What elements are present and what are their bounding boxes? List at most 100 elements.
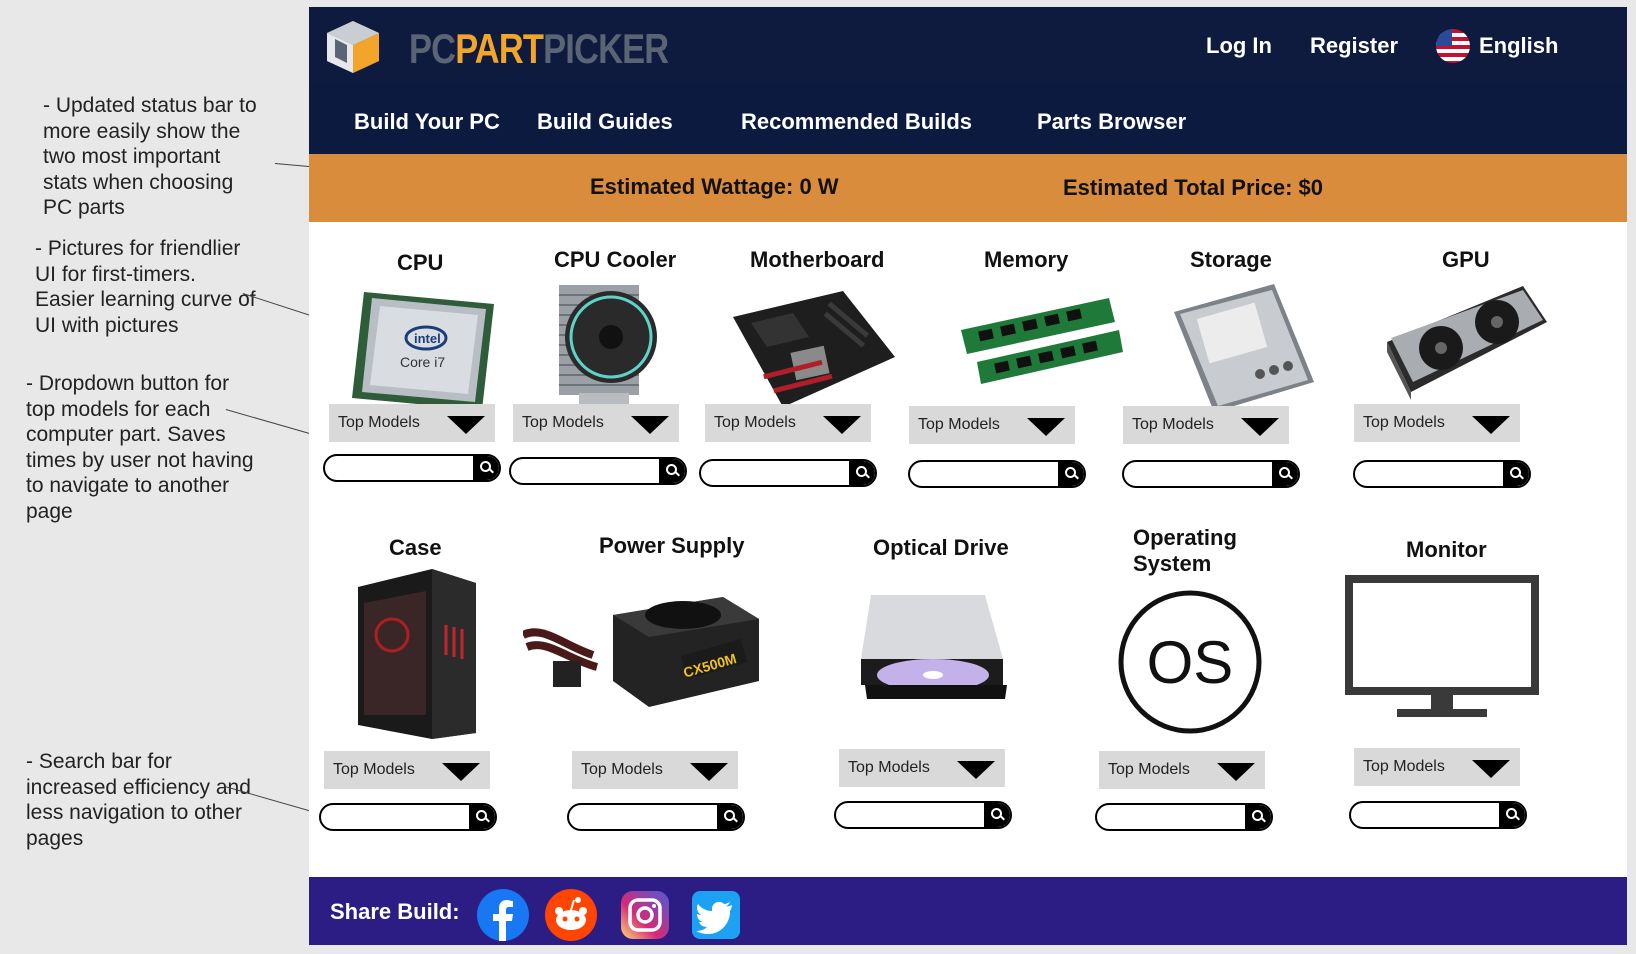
nav-recommended-builds[interactable]: Recommended Builds bbox=[741, 109, 972, 135]
search-input[interactable] bbox=[1357, 805, 1497, 825]
search-icon[interactable] bbox=[1503, 462, 1529, 486]
cpu-cooler-image[interactable] bbox=[541, 275, 671, 415]
search-bar-operating-system[interactable] bbox=[1095, 803, 1273, 831]
part-title-gpu: GPU bbox=[1442, 247, 1490, 272]
chevron-down-icon bbox=[447, 416, 485, 434]
annotation-pictures: - Pictures for friendlier UI for first-t… bbox=[35, 237, 256, 337]
search-icon[interactable] bbox=[659, 459, 685, 483]
title-line: System bbox=[1133, 551, 1212, 576]
top-models-dropdown-storage[interactable]: Top Models bbox=[1123, 406, 1289, 444]
search-icon[interactable] bbox=[984, 803, 1010, 827]
operating-system-image[interactable]: OS bbox=[1115, 587, 1265, 737]
chevron-down-icon bbox=[1472, 416, 1510, 434]
annotation-dropdown: - Dropdown button for top models for eac… bbox=[26, 372, 254, 523]
top-models-dropdown-memory[interactable]: Top Models bbox=[909, 406, 1075, 444]
storage-image[interactable] bbox=[1164, 282, 1324, 417]
search-bar-monitor[interactable] bbox=[1349, 801, 1527, 829]
share-footer: Share Build: bbox=[309, 877, 1627, 945]
dropdown-label: Top Models bbox=[918, 416, 1000, 433]
search-bar-gpu[interactable] bbox=[1353, 460, 1531, 488]
monitor-image[interactable] bbox=[1345, 575, 1539, 723]
dropdown-label: Top Models bbox=[848, 759, 930, 776]
motherboard-image[interactable] bbox=[723, 287, 903, 417]
top-models-dropdown-operating-system[interactable]: Top Models bbox=[1099, 751, 1265, 789]
search-icon[interactable] bbox=[717, 805, 743, 829]
gpu-image[interactable] bbox=[1383, 282, 1553, 412]
search-input[interactable] bbox=[331, 458, 471, 478]
part-title-motherboard: Motherboard bbox=[750, 247, 885, 272]
search-input[interactable] bbox=[842, 805, 982, 825]
chevron-down-icon bbox=[1217, 763, 1255, 781]
search-bar-optical-drive[interactable] bbox=[834, 801, 1012, 829]
chevron-down-icon bbox=[1027, 418, 1065, 436]
estimated-wattage: Estimated Wattage: 0 W bbox=[590, 174, 839, 199]
cpu-model-text: Core i7 bbox=[400, 354, 445, 370]
part-title-cpu-cooler: CPU Cooler bbox=[554, 247, 677, 272]
search-input[interactable] bbox=[1130, 464, 1270, 484]
search-bar-power-supply[interactable] bbox=[567, 803, 745, 831]
nav-build-guides[interactable]: Build Guides bbox=[537, 109, 673, 135]
search-input[interactable] bbox=[327, 807, 467, 827]
login-link[interactable]: Log In bbox=[1206, 33, 1272, 59]
search-input[interactable] bbox=[575, 807, 715, 827]
reddit-icon[interactable] bbox=[545, 889, 597, 941]
power-supply-image[interactable]: CX500M bbox=[523, 585, 763, 725]
part-title-case: Case bbox=[389, 535, 442, 560]
top-models-dropdown-power-supply[interactable]: Top Models bbox=[572, 751, 738, 789]
search-icon[interactable] bbox=[1245, 805, 1271, 829]
instagram-icon[interactable] bbox=[619, 889, 671, 941]
search-icon[interactable] bbox=[1499, 803, 1525, 827]
facebook-icon[interactable] bbox=[477, 889, 529, 941]
optical-drive-image[interactable] bbox=[855, 589, 1013, 723]
top-models-dropdown-motherboard[interactable]: Top Models bbox=[705, 404, 871, 442]
top-models-dropdown-case[interactable]: Top Models bbox=[324, 751, 490, 789]
search-input[interactable] bbox=[707, 463, 847, 483]
register-link[interactable]: Register bbox=[1310, 33, 1398, 59]
dropdown-label: Top Models bbox=[522, 414, 604, 431]
search-bar-cpu[interactable] bbox=[323, 454, 501, 482]
case-image[interactable] bbox=[350, 565, 485, 740]
estimated-total-price: Estimated Total Price: $0 bbox=[1063, 175, 1324, 200]
search-bar-storage[interactable] bbox=[1122, 460, 1300, 488]
search-bar-memory[interactable] bbox=[908, 460, 1086, 488]
part-title-power-supply: Power Supply bbox=[599, 533, 745, 558]
search-icon[interactable] bbox=[849, 461, 875, 485]
cpu-image[interactable]: intel Core i7 bbox=[344, 282, 504, 418]
language-selector[interactable]: English bbox=[1479, 33, 1558, 59]
pcpartpicker-logo-icon[interactable] bbox=[323, 19, 383, 75]
search-input[interactable] bbox=[517, 461, 657, 481]
search-icon[interactable] bbox=[1272, 462, 1298, 486]
main-nav: Build Your PC Build Guides Recommended B… bbox=[309, 86, 1627, 160]
search-input[interactable] bbox=[916, 464, 1056, 484]
search-input[interactable] bbox=[1361, 464, 1501, 484]
search-icon[interactable] bbox=[469, 805, 495, 829]
dropdown-label: Top Models bbox=[333, 761, 415, 778]
dropdown-label: Top Models bbox=[1132, 416, 1214, 433]
status-bar: Estimated Wattage: 0 W Estimated Total P… bbox=[309, 154, 1627, 222]
memory-image[interactable] bbox=[959, 292, 1124, 402]
chevron-down-icon bbox=[823, 416, 861, 434]
twitter-icon[interactable] bbox=[690, 889, 742, 941]
part-title-monitor: Monitor bbox=[1406, 537, 1487, 562]
brand-name[interactable]: PCPARTPICKER bbox=[409, 25, 669, 73]
top-models-dropdown-gpu[interactable]: Top Models bbox=[1354, 404, 1520, 442]
top-models-dropdown-monitor[interactable]: Top Models bbox=[1354, 748, 1520, 786]
top-bar: PCPARTPICKER Log In Register English bbox=[309, 7, 1627, 86]
pcpartpicker-page: PCPARTPICKER Log In Register English Bui… bbox=[309, 7, 1627, 945]
search-bar-cpu-cooler[interactable] bbox=[509, 457, 687, 485]
top-models-dropdown-cpu[interactable]: Top Models bbox=[329, 404, 495, 442]
nav-build-your-pc[interactable]: Build Your PC bbox=[354, 109, 500, 135]
top-models-dropdown-cpu-cooler[interactable]: Top Models bbox=[513, 404, 679, 442]
search-bar-motherboard[interactable] bbox=[699, 459, 877, 487]
search-icon[interactable] bbox=[1058, 462, 1084, 486]
search-bar-case[interactable] bbox=[319, 803, 497, 831]
search-input[interactable] bbox=[1103, 807, 1243, 827]
dropdown-label: Top Models bbox=[338, 414, 420, 431]
annotation-search: - Search bar for increased efficiency an… bbox=[26, 750, 251, 850]
top-models-dropdown-optical-drive[interactable]: Top Models bbox=[839, 749, 1005, 787]
chevron-down-icon bbox=[442, 763, 480, 781]
search-icon[interactable] bbox=[473, 456, 499, 480]
us-flag-icon[interactable] bbox=[1436, 29, 1470, 63]
chevron-down-icon bbox=[957, 761, 995, 779]
nav-parts-browser[interactable]: Parts Browser bbox=[1037, 109, 1186, 135]
